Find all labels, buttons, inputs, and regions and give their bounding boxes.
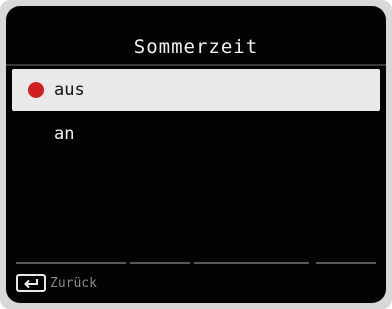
return-arrow-icon <box>16 274 46 292</box>
unselected-radio-icon <box>28 126 44 142</box>
option-an[interactable]: an <box>6 113 386 155</box>
back-label: Zurück <box>50 275 97 291</box>
footer-divider <box>16 262 126 264</box>
option-aus[interactable]: aus <box>12 69 380 111</box>
title-divider <box>6 64 386 66</box>
device-screen: Sommerzeit aus an Zurück <box>6 6 386 303</box>
screen-title: Sommerzeit <box>133 36 259 58</box>
selected-radio-icon <box>28 82 44 98</box>
device-frame: Sommerzeit aus an Zurück <box>0 0 392 309</box>
back-button[interactable]: Zurück <box>16 274 97 292</box>
footer-divider <box>316 262 376 264</box>
options-menu: aus an <box>6 69 386 155</box>
option-an-label: an <box>54 124 75 144</box>
footer-divider <box>194 262 309 264</box>
footer-divider <box>130 262 190 264</box>
option-aus-label: aus <box>54 80 85 100</box>
